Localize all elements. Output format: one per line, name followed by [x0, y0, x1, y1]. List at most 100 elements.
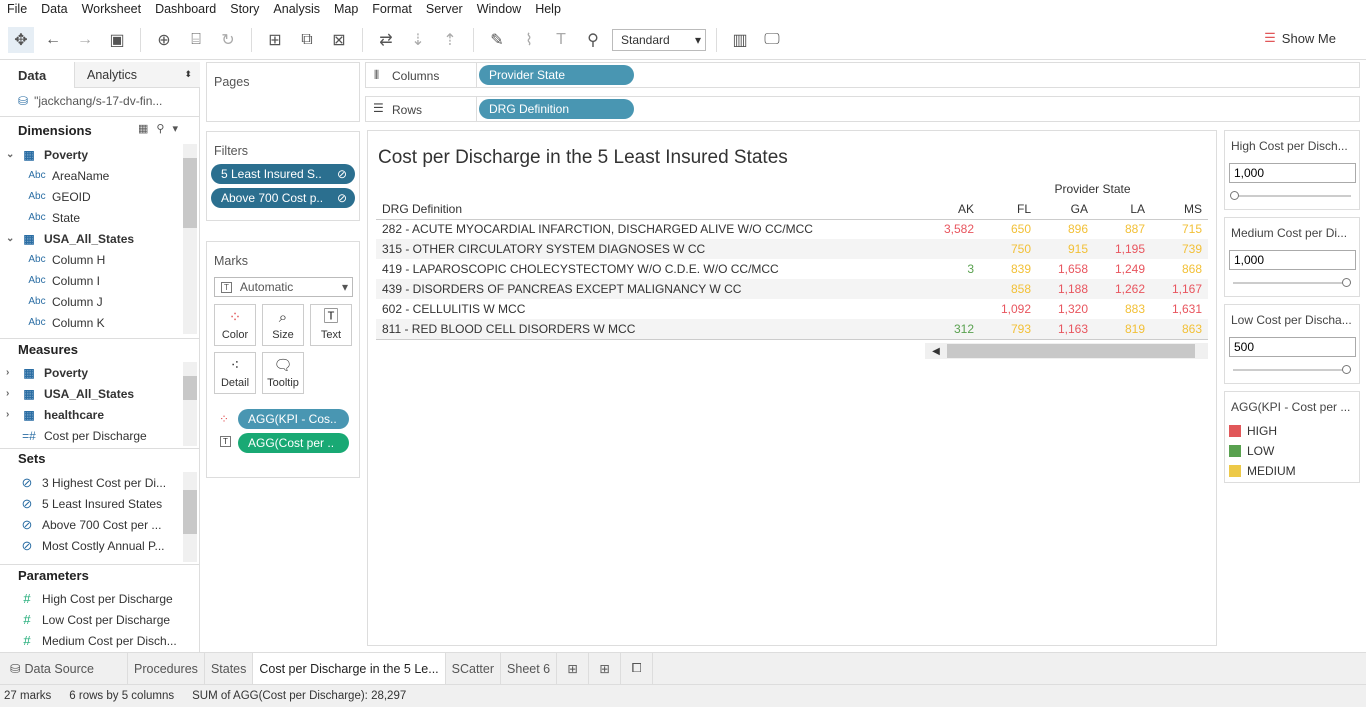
- parameter-item[interactable]: # High Cost per Discharge: [0, 588, 184, 609]
- chevron-down-icon[interactable]: ⌄: [6, 149, 18, 160]
- cost-cell[interactable]: [923, 239, 980, 259]
- dimension-item[interactable]: Abc AreaName: [0, 165, 184, 186]
- sheet-tab[interactable]: Procedures: [128, 653, 205, 684]
- tab-data[interactable]: Data: [0, 62, 74, 88]
- cost-cell[interactable]: [923, 299, 980, 319]
- sort-ascending-icon[interactable]: ⇣: [405, 27, 431, 53]
- cost-cell[interactable]: 915: [1037, 239, 1094, 259]
- menu-server[interactable]: Server: [419, 0, 470, 20]
- new-datasource-icon[interactable]: ⊕: [151, 27, 177, 53]
- menu-dropdown-icon[interactable]: ▾: [172, 122, 178, 135]
- horizontal-scrollbar[interactable]: ◀: [925, 343, 1208, 359]
- sort-descending-icon[interactable]: ⇡: [437, 27, 463, 53]
- drg-label[interactable]: 439 - DISORDERS OF PANCREAS EXCEPT MALIG…: [376, 279, 923, 299]
- dimension-item[interactable]: Abc Column I: [0, 270, 184, 291]
- set-item[interactable]: ⊘ Above 700 Cost per ...: [0, 514, 184, 535]
- new-story-icon[interactable]: ⧠: [621, 653, 654, 684]
- menu-story[interactable]: Story: [223, 0, 266, 20]
- menu-data[interactable]: Data: [34, 0, 74, 20]
- cost-cell[interactable]: 1,195: [1094, 239, 1151, 259]
- clear-sheet-icon[interactable]: ⊠: [326, 27, 352, 53]
- detail-button[interactable]: ⁖ Detail: [214, 352, 256, 394]
- drg-label[interactable]: 602 - CELLULITIS W MCC: [376, 299, 923, 319]
- redo-icon[interactable]: →: [72, 27, 98, 53]
- cost-cell[interactable]: 739: [1151, 239, 1208, 259]
- refresh-icon[interactable]: ↻: [215, 27, 241, 53]
- chevron-right-icon[interactable]: ›: [6, 409, 18, 420]
- slider-knob[interactable]: [1230, 191, 1239, 200]
- cost-cell[interactable]: 1,658: [1037, 259, 1094, 279]
- highlight-icon[interactable]: ✎: [484, 27, 510, 53]
- menu-worksheet[interactable]: Worksheet: [75, 0, 149, 20]
- save-icon[interactable]: ▣: [104, 27, 130, 53]
- sheet-tab[interactable]: Sheet 6: [501, 653, 558, 684]
- cost-cell[interactable]: 1,092: [980, 299, 1037, 319]
- cost-cell[interactable]: 863: [1151, 319, 1208, 340]
- rows-pill-drg-definition[interactable]: DRG Definition: [479, 99, 634, 119]
- menu-analysis[interactable]: Analysis: [266, 0, 327, 20]
- cost-cell[interactable]: 1,167: [1151, 279, 1208, 299]
- rows-shelf[interactable]: ☰ Rows DRG Definition: [365, 96, 1360, 122]
- cost-cell[interactable]: 896: [1037, 219, 1094, 239]
- list-view-icon[interactable]: ▦: [138, 122, 148, 135]
- cost-cell[interactable]: 750: [980, 239, 1037, 259]
- state-column-header[interactable]: FL: [980, 199, 1037, 220]
- columns-pill-provider-state[interactable]: Provider State: [479, 65, 634, 85]
- dimension-item[interactable]: Abc Column H: [0, 249, 184, 270]
- pages-shelf[interactable]: Pages: [206, 62, 360, 122]
- cost-cell[interactable]: 883: [1094, 299, 1151, 319]
- sets-scrollbar[interactable]: [183, 472, 197, 562]
- measure-item[interactable]: =# Cost per Discharge: [0, 425, 184, 446]
- presentation-mode-icon[interactable]: 🖵: [759, 27, 785, 53]
- cost-cell[interactable]: 650: [980, 219, 1037, 239]
- cost-cell[interactable]: 1,188: [1037, 279, 1094, 299]
- high-cost-slider[interactable]: [1230, 191, 1351, 200]
- cost-cell[interactable]: 1,631: [1151, 299, 1208, 319]
- sheet-tab[interactable]: States: [205, 653, 254, 684]
- high-cost-input[interactable]: [1229, 163, 1356, 183]
- datasource-item[interactable]: ⛁ "jackchang/s-17-dv-fin...: [18, 94, 162, 108]
- dimension-item[interactable]: Abc GEOID: [0, 186, 184, 207]
- medium-cost-slider[interactable]: [1233, 278, 1351, 287]
- measure-item[interactable]: › ▦ healthcare: [0, 404, 184, 425]
- set-item[interactable]: ⊘ Most Costly Annual P...: [0, 535, 184, 556]
- cost-cell[interactable]: 887: [1094, 219, 1151, 239]
- dimension-item[interactable]: Abc State: [0, 207, 184, 228]
- new-dashboard-icon[interactable]: ⊞: [589, 653, 622, 684]
- filters-shelf[interactable]: Filters 5 Least Insured S.. ⊘ Above 700 C…: [206, 131, 360, 221]
- group-icon[interactable]: ⌇: [516, 27, 542, 53]
- slider-knob[interactable]: [1342, 365, 1351, 374]
- text-button[interactable]: 🅃 Text: [310, 304, 352, 346]
- state-column-header[interactable]: MS: [1151, 199, 1208, 220]
- swap-icon[interactable]: ⇄: [373, 27, 399, 53]
- cost-cell[interactable]: 1,320: [1037, 299, 1094, 319]
- cost-cell[interactable]: [923, 279, 980, 299]
- fit-select[interactable]: Standard ▾: [612, 28, 706, 51]
- columns-shelf[interactable]: ⫴ Columns Provider State: [365, 62, 1360, 88]
- chevron-down-icon[interactable]: ⌄: [6, 233, 18, 244]
- drg-label[interactable]: 282 - ACUTE MYOCARDIAL INFARCTION, DISCH…: [376, 219, 923, 239]
- cost-cell[interactable]: 858: [980, 279, 1037, 299]
- cost-cell[interactable]: 312: [923, 319, 980, 340]
- filter-pill-least-insured[interactable]: 5 Least Insured S.. ⊘: [211, 164, 355, 184]
- mark-pill-cost[interactable]: AGG(Cost per ..: [238, 433, 349, 453]
- low-cost-slider[interactable]: [1233, 365, 1351, 374]
- chevron-right-icon[interactable]: ›: [6, 388, 18, 399]
- menu-format[interactable]: Format: [365, 0, 419, 20]
- legend-item-high[interactable]: HIGH: [1229, 424, 1277, 438]
- low-cost-input[interactable]: [1229, 337, 1356, 357]
- measure-item[interactable]: › ▦ Poverty: [0, 362, 184, 383]
- menu-file[interactable]: File: [0, 0, 34, 20]
- filter-pill-above-700[interactable]: Above 700 Cost p.. ⊘: [211, 188, 355, 208]
- tooltip-button[interactable]: 🗨 Tooltip: [262, 352, 304, 394]
- measure-item[interactable]: › ▦ USA_All_States: [0, 383, 184, 404]
- size-button[interactable]: ⌕ Size: [262, 304, 304, 346]
- cost-cell[interactable]: 1,163: [1037, 319, 1094, 340]
- cost-cell[interactable]: 1,249: [1094, 259, 1151, 279]
- new-worksheet-icon[interactable]: ⊞: [262, 27, 288, 53]
- slider-knob[interactable]: [1342, 278, 1351, 287]
- labels-icon[interactable]: T: [548, 27, 574, 53]
- menu-dashboard[interactable]: Dashboard: [148, 0, 223, 20]
- scrollbar-thumb[interactable]: [947, 344, 1195, 358]
- state-column-header[interactable]: LA: [1094, 199, 1151, 220]
